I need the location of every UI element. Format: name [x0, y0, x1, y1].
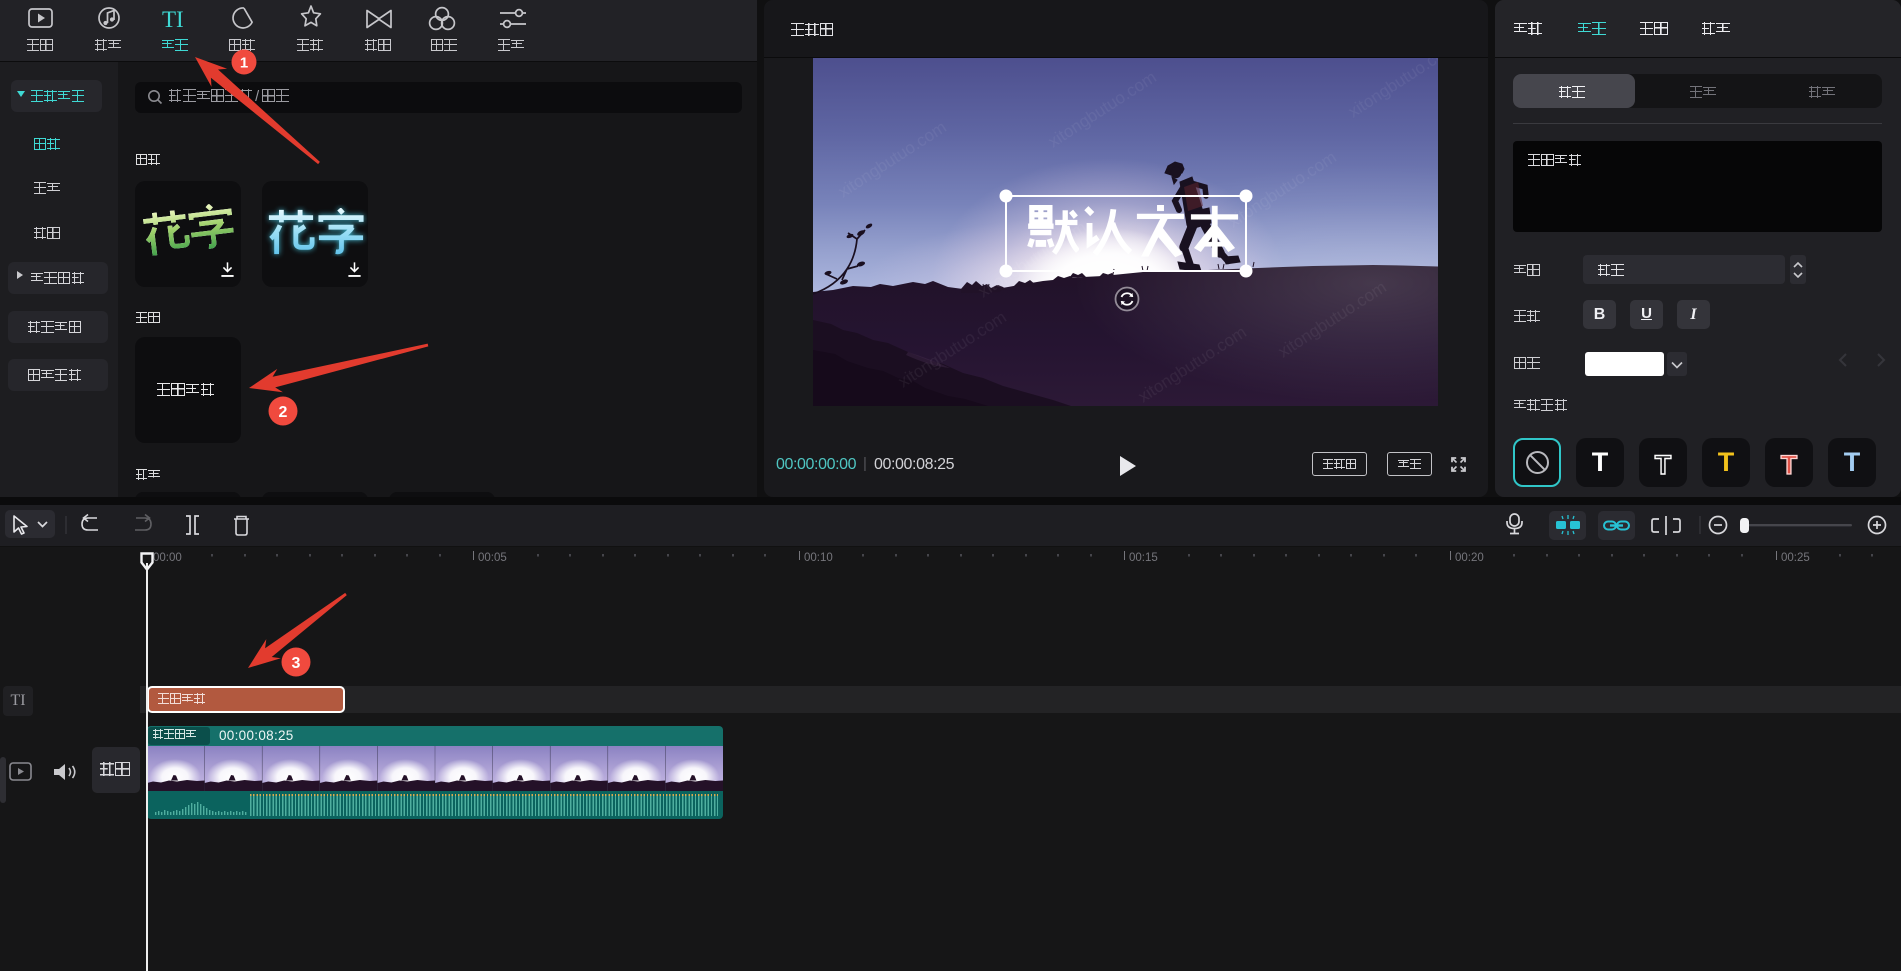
- svg-text:1: 1: [240, 55, 248, 72]
- svg-text:2: 2: [279, 404, 288, 421]
- svg-text:3: 3: [292, 655, 301, 672]
